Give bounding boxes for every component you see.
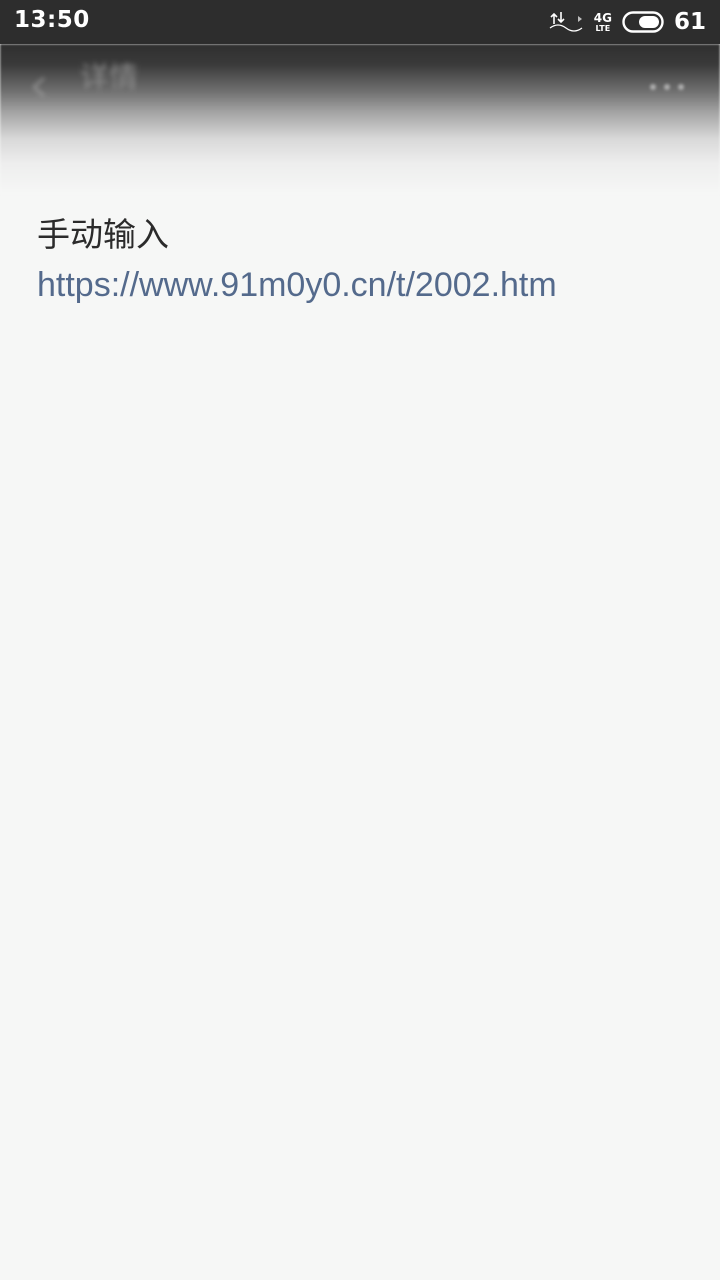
detail-content: 手动输入 https://www.91m0y0.cn/t/2002.htm [37, 210, 687, 310]
signal-generation: 4G [593, 10, 612, 25]
page-title: 详情 [80, 60, 139, 94]
battery-level: 61 [673, 9, 706, 35]
title-bar: 详情 [0, 44, 720, 194]
data-transfer-icon [549, 12, 583, 32]
back-arrow-icon[interactable] [26, 74, 52, 100]
more-dots-icon[interactable] [650, 84, 684, 90]
battery-icon [622, 11, 664, 33]
more-dot [678, 84, 684, 90]
url-link[interactable]: https://www.91m0y0.cn/t/2002.htm [37, 260, 687, 310]
more-dot [650, 84, 656, 90]
status-time: 13:50 [14, 7, 90, 33]
status-bar: 13:50 4G LTE 61 [0, 0, 720, 44]
screen: 13:50 4G LTE 61 详情 手动输入 https://www.91m0… [0, 0, 720, 1280]
status-icons: 4G LTE 61 [548, 6, 706, 38]
signal-lte: LTE [595, 23, 611, 33]
signal-type-indicator: 4G LTE [594, 12, 612, 33]
source-label: 手动输入 [37, 215, 169, 254]
more-dot [664, 84, 670, 90]
